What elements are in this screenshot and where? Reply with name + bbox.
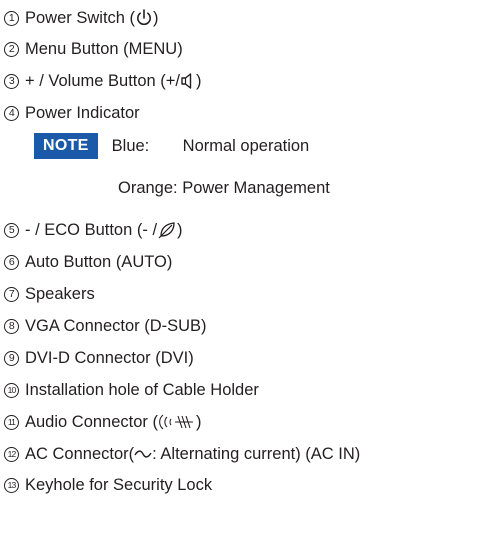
item-number: 2 [4, 41, 19, 57]
item-number: 9 [4, 350, 19, 366]
legend-item-security-keyhole: 13 Keyhole for Security Lock [4, 473, 212, 497]
item-number: 10 [4, 382, 19, 398]
note-row: NOTE Blue: Normal operation [34, 133, 309, 159]
item-label: Power Indicator [25, 103, 140, 122]
item-number: 6 [4, 254, 19, 270]
item-label: Installation hole of Cable Holder [25, 380, 259, 399]
item-label-post: ) [196, 71, 202, 90]
item-number: 5 [4, 222, 19, 238]
note-orange-row: Orange: Power Management [118, 176, 330, 200]
legend-item-dvi-connector: 9 DVI-D Connector (DVI) [4, 346, 194, 370]
item-label: VGA Connector (D-SUB) [25, 316, 207, 335]
item-label-post: ) [177, 220, 183, 239]
note-orange-text: Orange: Power Management [118, 178, 330, 197]
item-label-pre: Power Switch ( [25, 8, 136, 27]
item-number: 4 [4, 105, 19, 121]
legend-item-cable-holder: 10 Installation hole of Cable Holder [4, 378, 259, 402]
item-label-pre: AC Connector( [25, 444, 135, 463]
item-label: Menu Button (MENU) [25, 39, 183, 58]
item-number: 11 [4, 414, 19, 430]
audio-out-icon [159, 414, 193, 430]
legend-item-power-indicator: 4 Power Indicator [4, 101, 140, 125]
legend-item-menu-button: 2 Menu Button (MENU) [4, 37, 183, 61]
speaker-icon [181, 73, 192, 89]
item-label: Auto Button (AUTO) [25, 252, 173, 271]
item-label-post: : Alternating current) (AC IN) [152, 444, 361, 463]
power-icon [137, 9, 152, 26]
note-badge: NOTE [34, 133, 98, 159]
item-label-pre: - / ECO Button (- / [25, 220, 158, 239]
item-label: Keyhole for Security Lock [25, 475, 213, 494]
item-label-post: ) [153, 8, 159, 27]
item-number: 3 [4, 73, 19, 89]
legend-item-auto-button: 6 Auto Button (AUTO) [4, 250, 172, 274]
item-label: DVI-D Connector (DVI) [25, 348, 194, 367]
item-number: 1 [4, 10, 19, 26]
item-number: 7 [4, 286, 19, 302]
legend-item-power-switch: 1 Power Switch ( ) [4, 6, 159, 30]
item-number: 12 [4, 446, 19, 462]
legend-item-volume-button: 3 + / Volume Button (+/ ) [4, 69, 202, 93]
legend-item-eco-button: 5 - / ECO Button (- / ) [4, 218, 183, 242]
item-label: Speakers [25, 284, 95, 303]
item-label-post: ) [196, 412, 202, 431]
item-label-pre: Audio Connector ( [25, 412, 158, 431]
note-blue-label: Blue: [111, 136, 150, 155]
eco-leaf-icon [158, 222, 175, 239]
ac-wave-icon [134, 450, 152, 458]
item-number: 13 [4, 477, 19, 493]
legend-item-vga-connector: 8 VGA Connector (D-SUB) [4, 314, 207, 338]
note-blue-value: Normal operation [182, 136, 310, 155]
legend-item-speakers: 7 Speakers [4, 282, 95, 306]
item-number: 8 [4, 318, 19, 334]
legend-item-audio-connector: 11 Audio Connector ( ) [4, 410, 202, 434]
item-label-pre: + / Volume Button (+/ [25, 71, 181, 90]
legend-item-ac-connector: 12 AC Connector( : Alternating current) … [4, 442, 360, 466]
